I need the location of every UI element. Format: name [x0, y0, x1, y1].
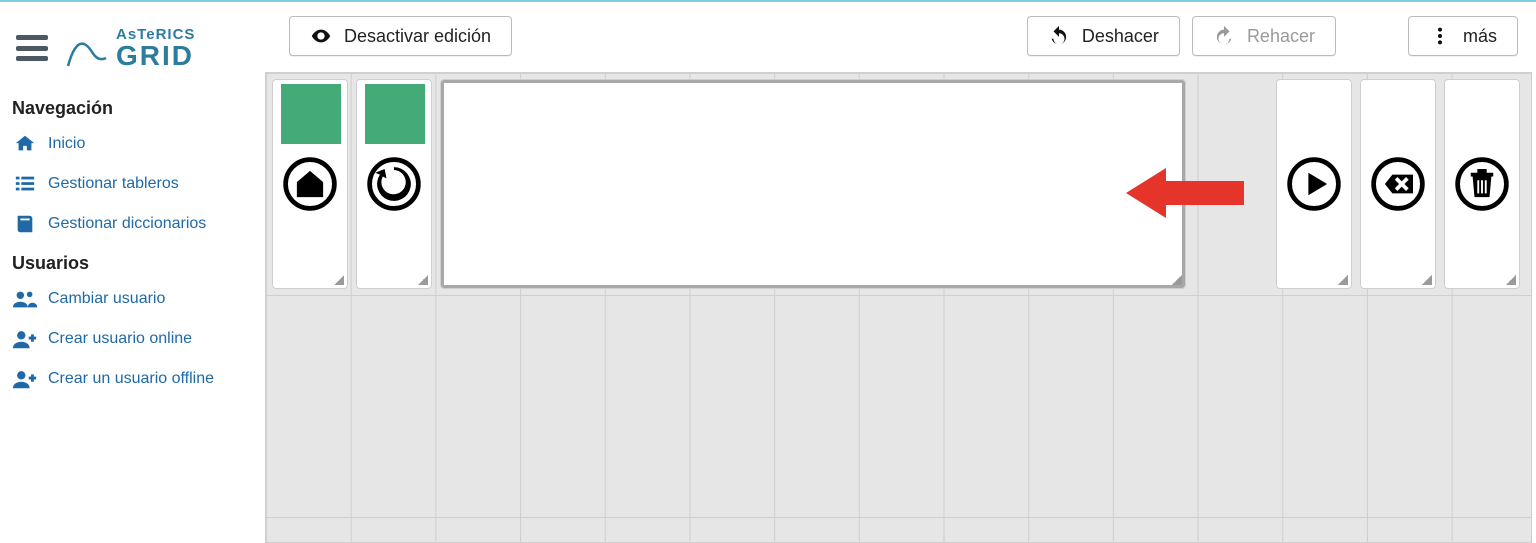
cell-collect-area[interactable] — [440, 79, 1186, 289]
annotation-arrow-icon — [1126, 153, 1246, 233]
sidebar-item-label: Cambiar usuario — [48, 290, 165, 308]
app-logo: AsTeRICS GRID — [64, 26, 195, 70]
users-section-title: Usuarios — [12, 253, 255, 274]
link-marker-icon — [365, 84, 425, 149]
button-label: Desactivar edición — [344, 26, 491, 47]
sidebar-item-label: Crear usuario online — [48, 330, 192, 348]
grid-canvas[interactable] — [265, 72, 1532, 543]
cell-play[interactable] — [1276, 79, 1352, 289]
more-button[interactable]: más — [1408, 16, 1518, 56]
disable-edit-button[interactable]: Desactivar edición — [289, 16, 512, 56]
home-circle-icon — [280, 154, 340, 214]
undo-button[interactable]: Deshacer — [1027, 16, 1180, 56]
nav-section-title: Navegación — [12, 98, 255, 119]
hamburger-menu-icon[interactable] — [16, 35, 48, 61]
sidebar-item-manage-grids[interactable]: Gestionar tableros — [12, 173, 255, 195]
button-label: Rehacer — [1247, 26, 1315, 47]
eye-icon — [310, 25, 332, 47]
user-plus-icon — [12, 368, 38, 390]
list-icon — [12, 173, 38, 195]
cell-home[interactable] — [272, 79, 348, 289]
resize-handle-icon[interactable] — [416, 273, 428, 285]
sidebar: AsTeRICS GRID Navegación Inicio Gestiona… — [0, 2, 265, 543]
users-icon — [12, 288, 38, 310]
resize-handle-icon[interactable] — [1170, 273, 1182, 285]
sidebar-item-home[interactable]: Inicio — [12, 133, 255, 155]
book-icon — [12, 213, 38, 235]
redo-button[interactable]: Rehacer — [1192, 16, 1336, 56]
link-marker-icon — [281, 84, 341, 149]
cell-backspace[interactable] — [1360, 79, 1436, 289]
sidebar-item-create-online-user[interactable]: Crear usuario online — [12, 328, 255, 350]
resize-handle-icon[interactable] — [332, 273, 344, 285]
user-plus-icon — [12, 328, 38, 350]
sidebar-item-label: Gestionar tableros — [48, 175, 179, 193]
sidebar-item-label: Gestionar diccionarios — [48, 215, 206, 233]
sidebar-item-switch-user[interactable]: Cambiar usuario — [12, 288, 255, 310]
resize-handle-icon[interactable] — [1336, 273, 1348, 285]
sidebar-item-manage-dictionaries[interactable]: Gestionar diccionarios — [12, 213, 255, 235]
resize-handle-icon[interactable] — [1420, 273, 1432, 285]
sidebar-item-create-offline-user[interactable]: Crear un usuario offline — [12, 368, 255, 390]
cell-back[interactable] — [356, 79, 432, 289]
button-label: más — [1463, 26, 1497, 47]
sidebar-item-label: Inicio — [48, 135, 85, 153]
kebab-icon — [1429, 25, 1451, 47]
logo-mark-icon — [64, 26, 108, 70]
resize-handle-icon[interactable] — [1504, 273, 1516, 285]
cell-trash[interactable] — [1444, 79, 1520, 289]
play-circle-icon — [1284, 154, 1344, 214]
home-icon — [12, 133, 38, 155]
main-area: Desactivar edición Deshacer Rehacer más — [265, 2, 1536, 543]
undo-icon — [1048, 25, 1070, 47]
logo-text-line2: GRID — [116, 42, 195, 70]
trash-circle-icon — [1452, 154, 1512, 214]
backspace-circle-icon — [1368, 154, 1428, 214]
button-label: Deshacer — [1082, 26, 1159, 47]
redo-icon — [1213, 25, 1235, 47]
toolbar: Desactivar edición Deshacer Rehacer más — [265, 2, 1536, 72]
sidebar-item-label: Crear un usuario offline — [48, 370, 214, 388]
rotate-ccw-circle-icon — [364, 154, 424, 214]
header-left: AsTeRICS GRID — [10, 26, 255, 70]
